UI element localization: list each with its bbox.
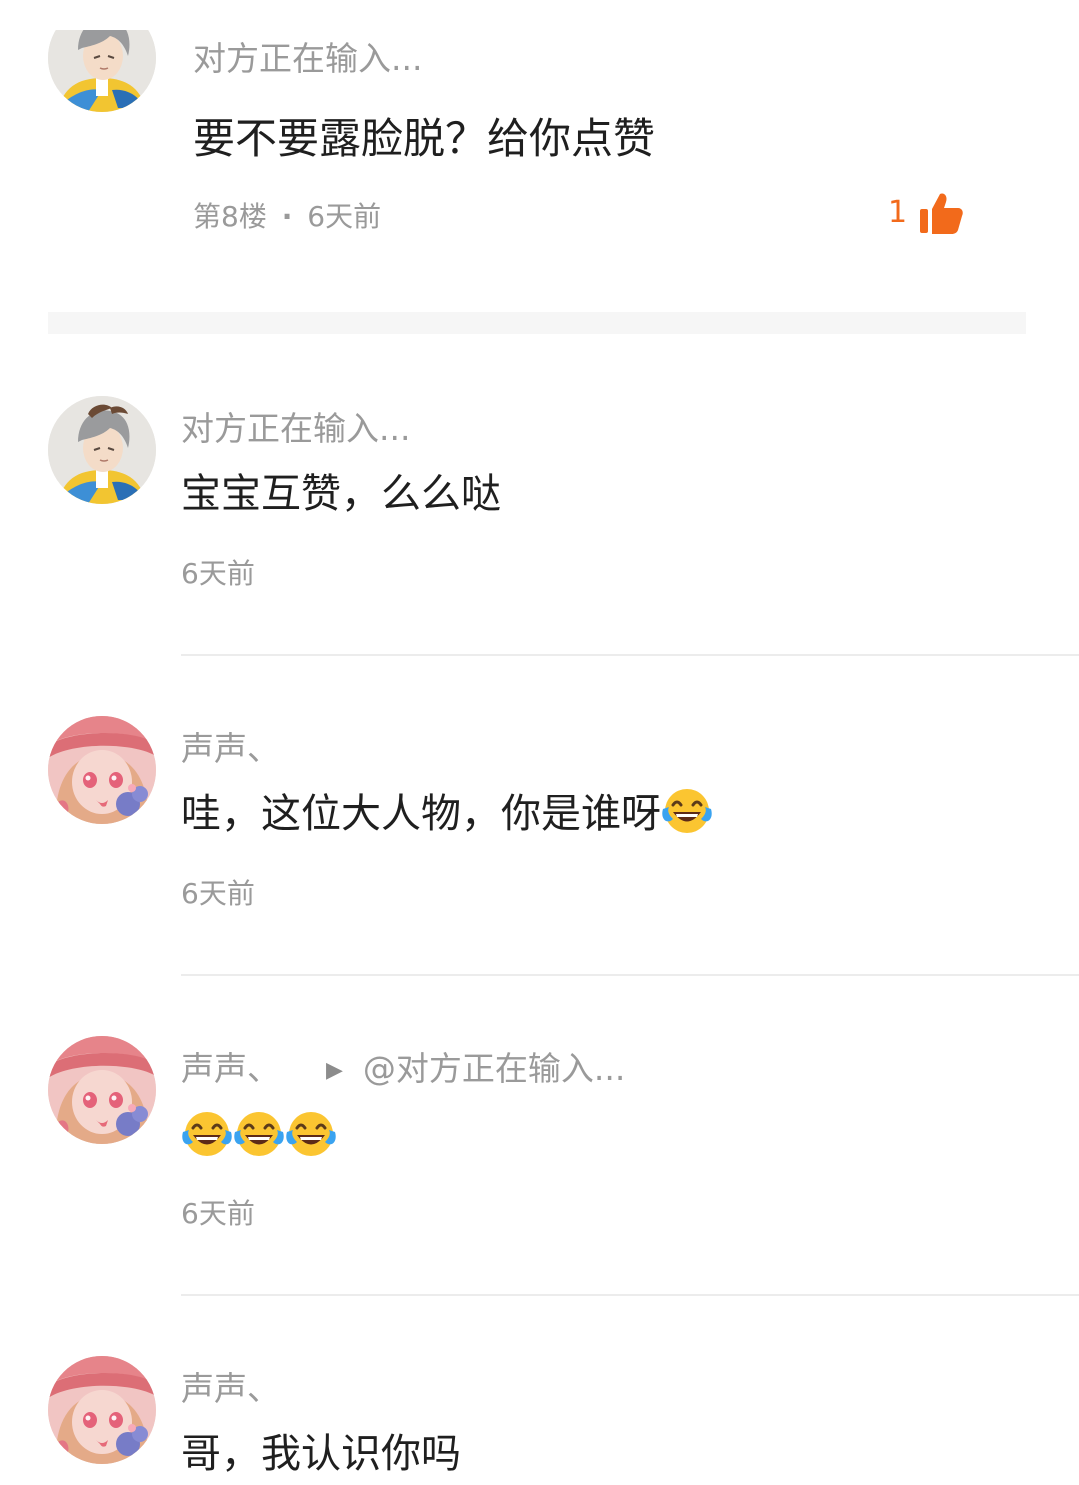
comment-text: 宝宝互赞，么么哒	[181, 471, 501, 517]
comment-text: 哇，这位大人物，你是谁呀	[181, 794, 713, 837]
post-time: 6天前	[307, 200, 382, 233]
comment-text: 要不要露脸脱？给你点赞	[193, 114, 656, 163]
divider	[181, 1294, 1079, 1296]
comment-text-body: 哇，这位大人物，你是谁呀	[181, 791, 661, 837]
post-time: 6天前	[181, 1197, 255, 1230]
username[interactable]: 对方正在输入...	[193, 42, 422, 75]
reply-header: 声声、 ▶ @对方正在输入...	[181, 1052, 625, 1085]
divider	[181, 654, 1079, 656]
meta-separator: ·	[281, 200, 293, 233]
username[interactable]: 声声、	[181, 1372, 280, 1405]
laughing-tears-emoji	[233, 1108, 285, 1160]
like-button[interactable]: 1	[886, 190, 968, 236]
section-separator	[48, 312, 1026, 334]
laughing-tears-emoji	[285, 1108, 337, 1160]
like-count: 1	[888, 195, 908, 230]
user-avatar-image	[48, 1356, 156, 1464]
reply-arrow-icon: ▶	[326, 1058, 343, 1083]
laughing-tears-emoji	[181, 1108, 233, 1160]
user-avatar-image	[48, 1036, 156, 1144]
avatar[interactable]	[48, 396, 156, 504]
laughing-tears-emoji	[661, 785, 713, 837]
post-time: 6天前	[181, 877, 255, 910]
comment-text: 哥，我认识你吗	[181, 1431, 461, 1477]
avatar[interactable]	[48, 1356, 156, 1464]
thumbs-up-icon	[920, 193, 963, 234]
comment-emojis	[181, 1108, 337, 1160]
post-meta: 第8楼 · 6天前	[193, 203, 381, 231]
divider	[181, 974, 1079, 976]
username[interactable]: 对方正在输入...	[181, 412, 410, 445]
reply-target-username[interactable]: @对方正在输入...	[363, 1049, 625, 1088]
username[interactable]: 声声、	[181, 732, 280, 765]
avatar[interactable]	[48, 1036, 156, 1144]
user-avatar-image	[48, 716, 156, 824]
username[interactable]: 声声、	[181, 1049, 280, 1088]
post-time: 6天前	[181, 557, 255, 590]
floor-number: 第8楼	[193, 200, 267, 233]
avatar-crop-mask	[40, 0, 170, 30]
avatar[interactable]	[48, 716, 156, 824]
user-avatar-image	[48, 396, 156, 504]
